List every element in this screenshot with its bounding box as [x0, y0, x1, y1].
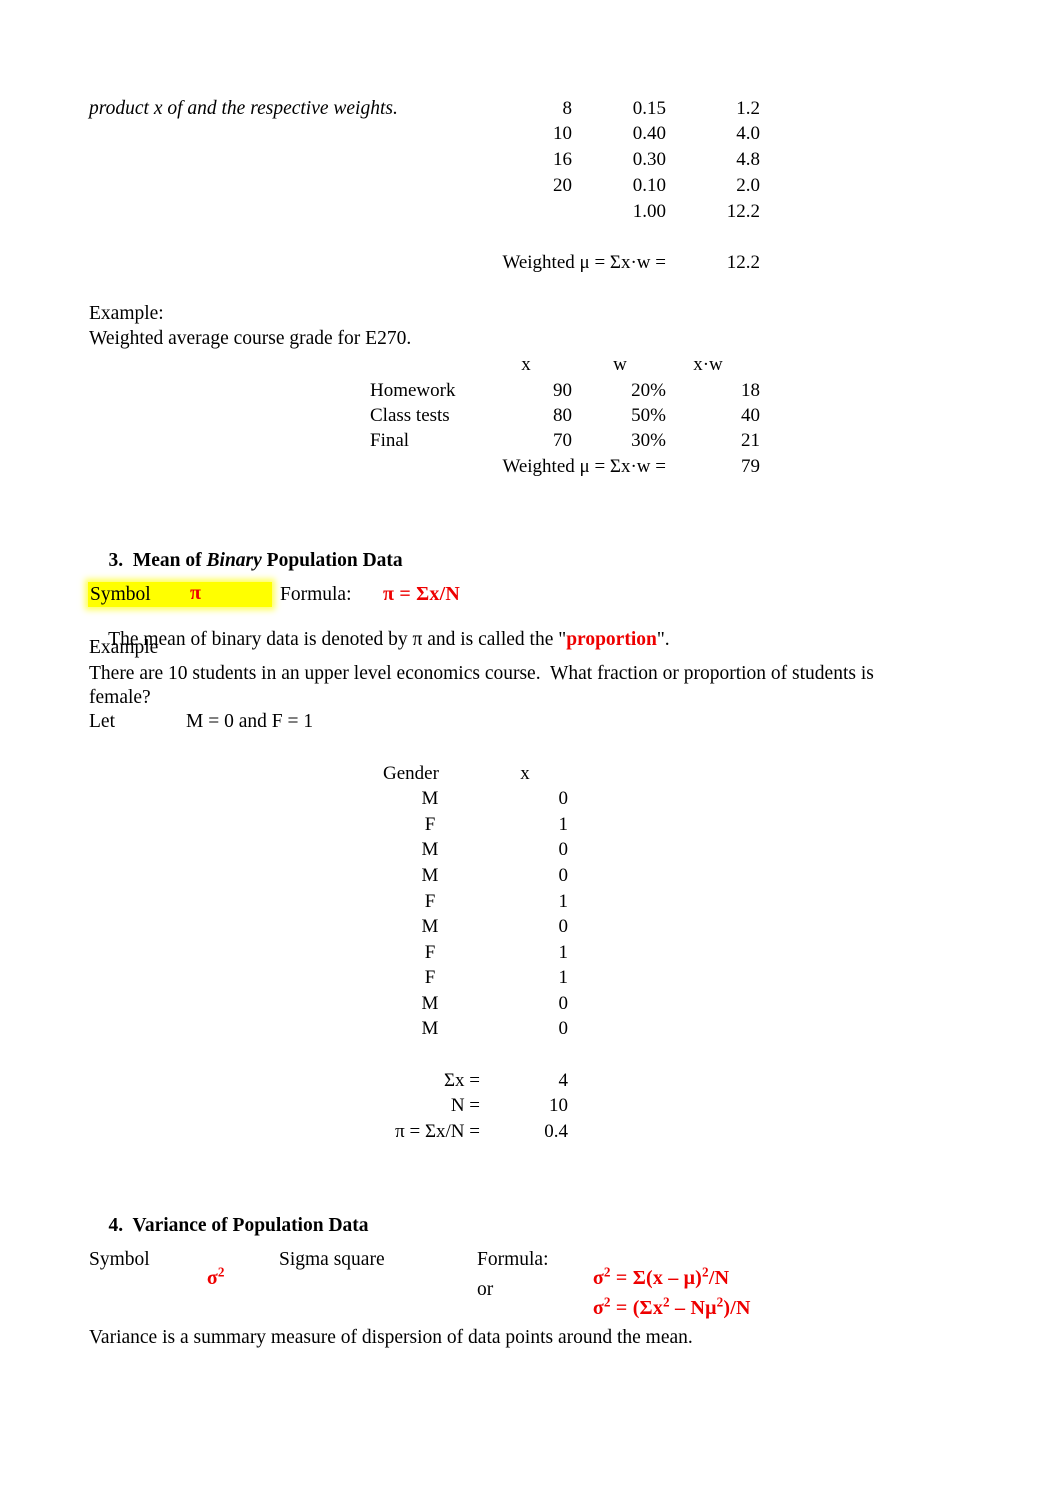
- section3-symbol-value: π: [190, 582, 202, 604]
- binary-summary-value-2: 0.4: [544, 1121, 568, 1142]
- section3-example-label: Example: [89, 637, 159, 658]
- grade-result-value: 79: [741, 456, 760, 477]
- table1-result-value: 12.2: [726, 252, 760, 273]
- section3-example-line1: There are 10 students in an upper level …: [89, 663, 874, 684]
- grade-header-w: w: [613, 354, 627, 375]
- binary-x-r8: 0: [558, 993, 569, 1014]
- grade-result-label: Weighted μ = Σx·w =: [502, 456, 666, 477]
- section4-formula-or-label: or: [477, 1279, 494, 1300]
- binary-x-r6: 1: [558, 942, 569, 963]
- example-label: Example:: [89, 303, 164, 324]
- binary-x-r4: 1: [558, 891, 569, 912]
- section3-symbol-label: Symbol: [90, 584, 151, 605]
- section3-title-post: Population Data: [261, 549, 403, 571]
- section4-title: Variance of Population Data: [132, 1214, 369, 1236]
- section4-formula-label: Formula:: [477, 1249, 549, 1270]
- binary-x-r5: 0: [558, 916, 569, 937]
- section3-formula-value: π = Σx/N: [383, 583, 461, 605]
- formula2-lhs-exp: 2: [603, 1294, 611, 1310]
- binary-x-r9: 0: [558, 1018, 569, 1039]
- example-description: Weighted average course grade for E270.: [89, 328, 412, 349]
- binary-x-r2: 0: [558, 839, 569, 860]
- definition-proportion: proportion: [566, 628, 657, 650]
- continuation-line: product x of and the respective weights.: [89, 98, 398, 119]
- binary-header-x: x: [520, 763, 530, 784]
- binary-summary-value-1: 10: [549, 1095, 568, 1116]
- grade-xw-r2: 21: [741, 430, 760, 451]
- binary-summary-value-0: 4: [558, 1070, 569, 1091]
- section4-heading: 4. Variance of Population Data: [89, 1196, 369, 1255]
- section4-number: 4.: [108, 1214, 124, 1236]
- table1-xw-r0: 1.2: [736, 98, 760, 119]
- grade-header-xw: x·w: [693, 354, 723, 375]
- definition-post: ".: [656, 628, 670, 650]
- formula2-mid-exp: 2: [663, 1294, 670, 1310]
- binary-x-r3: 0: [558, 865, 569, 886]
- document-page: product x of and the respective weights.…: [0, 0, 1062, 1506]
- grade-xw-r0: 18: [741, 380, 760, 401]
- table1-xw-total: 12.2: [726, 201, 760, 222]
- table1-xw-r2: 4.8: [736, 149, 760, 170]
- section3-let-label: Let: [89, 711, 115, 732]
- section4-symbol-value: σ2: [186, 1248, 225, 1308]
- section3-definition: The mean of binary data is denoted by π …: [89, 610, 670, 669]
- table1-result-label: Weighted μ = Σx·w =: [502, 252, 666, 273]
- grade-header-x: x: [521, 354, 531, 375]
- binary-x-r7: 1: [558, 967, 569, 988]
- table1-xw-r3: 2.0: [736, 175, 760, 196]
- section3-example-line2: female?: [89, 687, 151, 708]
- formula2-lhs: σ: [592, 1297, 604, 1319]
- section3-let-value: M = 0 and F = 1: [186, 711, 314, 732]
- table1-xw-r1: 4.0: [736, 123, 760, 144]
- binary-x-r0: 0: [558, 788, 569, 809]
- section4-symbol-name: Sigma square: [279, 1249, 385, 1270]
- section4-closing-text: Variance is a summary measure of dispers…: [89, 1327, 693, 1348]
- definition-pre: The mean of binary data is denoted by π …: [108, 628, 567, 650]
- formula2-mid2: – Nμ: [669, 1297, 717, 1319]
- sigma-exponent: 2: [217, 1264, 225, 1280]
- section3-title-italic: Binary: [206, 549, 262, 571]
- formula2-tail: )/N: [723, 1297, 751, 1319]
- section3-formula-label: Formula:: [280, 584, 352, 605]
- grade-xw-r1: 40: [741, 405, 760, 426]
- section4-symbol-label: Symbol: [89, 1249, 150, 1270]
- sigma-glyph: σ: [206, 1267, 218, 1289]
- section3-number: 3.: [108, 549, 124, 571]
- section3-heading: 3. Mean of Binary Population Data: [89, 531, 403, 590]
- formula2-mid: = (Σx: [610, 1297, 664, 1319]
- section3-title-pre: Mean of: [132, 549, 207, 571]
- binary-x-r1: 1: [558, 814, 569, 835]
